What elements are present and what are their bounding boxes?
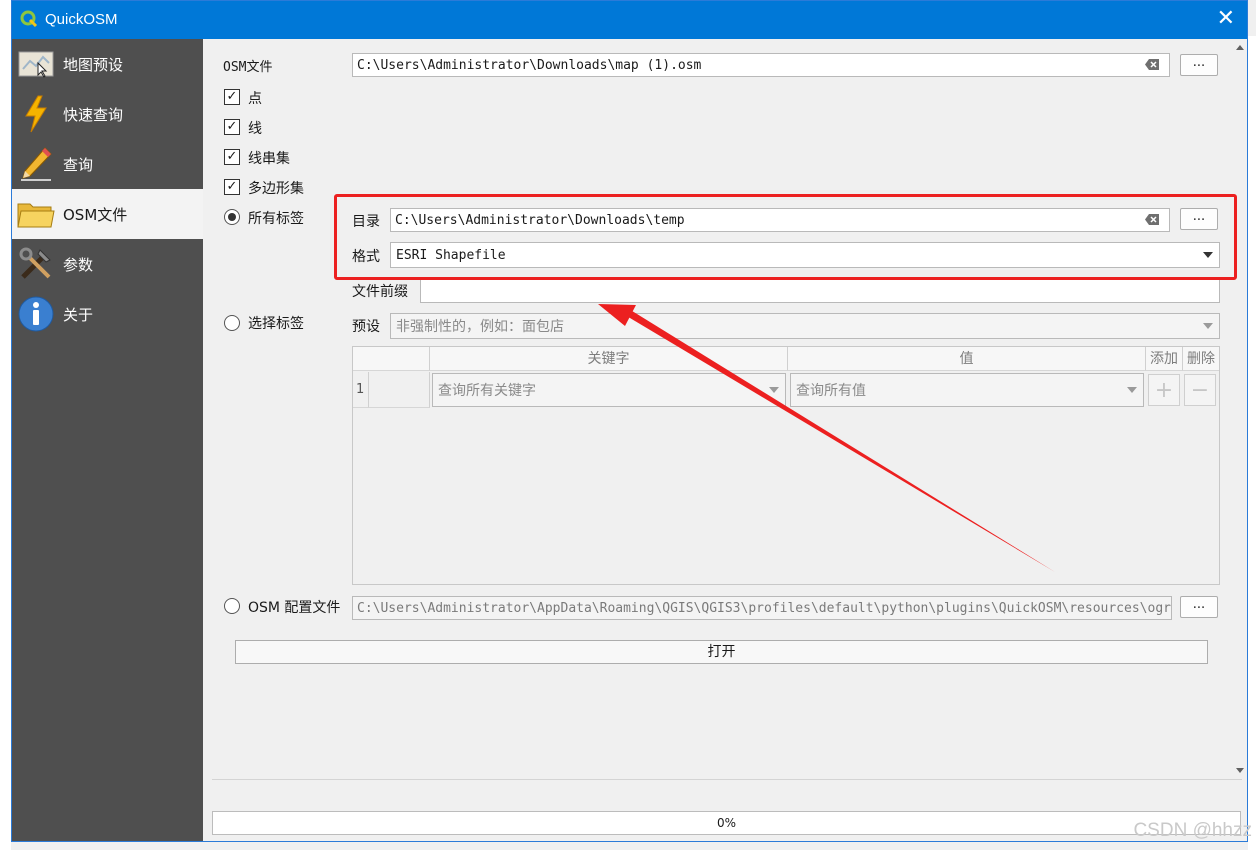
- watermark: CSDN @hhzz: [1133, 820, 1252, 841]
- points-label: 点: [248, 91, 262, 107]
- sidebar-item-label: 参数: [63, 255, 94, 274]
- preset-placeholder: 非强制性的，例如：面包店: [396, 319, 564, 335]
- table-header-key: 关键字: [430, 347, 788, 371]
- osm-file-path: C:\Users\Administrator\Downloads\map (1)…: [357, 57, 702, 73]
- value-placeholder: 查询所有值: [796, 383, 866, 399]
- format-select[interactable]: ESRI Shapefile: [390, 242, 1220, 268]
- osm-file-label: OSM文件: [223, 60, 273, 75]
- select-tags-label: 选择标签: [248, 316, 304, 332]
- minus-icon: −: [1190, 377, 1210, 403]
- vertical-scrollbar[interactable]: [1233, 41, 1247, 779]
- preset-label: 预设: [352, 319, 380, 335]
- title-bar: QuickOSM ✕: [12, 1, 1247, 39]
- directory-browse-button[interactable]: ...: [1180, 208, 1218, 230]
- divider: [212, 779, 1242, 780]
- osm-config-label: OSM 配置文件: [248, 600, 341, 616]
- table-header-delete: 删除: [1183, 347, 1219, 371]
- directory-label: 目录: [352, 214, 380, 230]
- osm-config-path: C:\Users\Administrator\AppData\Roaming\Q…: [357, 600, 1172, 616]
- all-tags-label: 所有标签: [248, 211, 304, 227]
- chevron-down-icon: [1203, 252, 1213, 258]
- multilinestrings-checkbox[interactable]: ✓: [224, 149, 240, 165]
- chevron-down-icon: [1127, 387, 1137, 393]
- progress-bar: 0%: [212, 811, 1241, 835]
- scroll-up-icon[interactable]: [1236, 45, 1244, 50]
- chevron-down-icon: [1203, 323, 1213, 329]
- file-prefix-input[interactable]: [420, 279, 1220, 303]
- lines-checkbox[interactable]: ✓: [224, 119, 240, 135]
- map-preset-icon: [17, 46, 55, 82]
- format-label: 格式: [352, 249, 380, 265]
- directory-path: C:\Users\Administrator\Downloads\temp: [395, 212, 685, 228]
- key-placeholder: 查询所有关键字: [438, 383, 536, 399]
- plus-icon: +: [1154, 377, 1174, 403]
- multipolygons-checkbox[interactable]: ✓: [224, 179, 240, 195]
- value-select[interactable]: 查询所有值: [790, 373, 1144, 407]
- preset-select[interactable]: 非强制性的，例如：面包店: [390, 313, 1220, 339]
- qgis-logo-icon: [20, 10, 38, 28]
- pencil-icon: [17, 146, 55, 182]
- add-tag-button[interactable]: +: [1148, 374, 1180, 406]
- sidebar-item-osm-file[interactable]: OSM文件: [12, 189, 203, 239]
- file-prefix-label: 文件前缀: [352, 284, 408, 300]
- table-row-spacer: [369, 372, 430, 408]
- sidebar-item-map-preset[interactable]: 地图预设: [12, 39, 203, 89]
- clear-icon[interactable]: [1145, 59, 1159, 70]
- table-header-value: 值: [788, 347, 1146, 371]
- progress-label: 0%: [716, 816, 737, 830]
- background-app-strip-left: [0, 0, 11, 850]
- multipolygons-label: 多边形集: [248, 181, 304, 197]
- sidebar-item-about[interactable]: 关于: [12, 289, 203, 339]
- multilinestrings-label: 线串集: [248, 151, 290, 167]
- folder-icon: [17, 196, 55, 232]
- sidebar-item-quick-query[interactable]: 快速查询: [12, 89, 203, 139]
- points-checkbox[interactable]: ✓: [224, 89, 240, 105]
- window-title: QuickOSM: [45, 11, 118, 28]
- close-icon[interactable]: ✕: [1217, 7, 1235, 31]
- directory-input[interactable]: C:\Users\Administrator\Downloads\temp: [390, 208, 1170, 232]
- table-row-index: 1: [353, 372, 369, 408]
- table-header-add: 添加: [1146, 347, 1183, 371]
- lines-label: 线: [248, 121, 262, 137]
- info-icon: [17, 296, 55, 332]
- sidebar-item-query[interactable]: 查询: [12, 139, 203, 189]
- scroll-down-icon[interactable]: [1236, 768, 1244, 773]
- all-tags-radio[interactable]: [224, 209, 240, 225]
- table-header-index: [353, 347, 430, 371]
- osm-file-input[interactable]: C:\Users\Administrator\Downloads\map (1)…: [352, 53, 1170, 77]
- open-button[interactable]: 打开: [235, 640, 1208, 664]
- osm-file-panel: OSM文件 C:\Users\Administrator\Downloads\m…: [203, 39, 1249, 841]
- sidebar-item-parameters[interactable]: 参数: [12, 239, 203, 289]
- sidebar-item-label: 关于: [63, 305, 94, 324]
- key-select[interactable]: 查询所有关键字: [432, 373, 786, 407]
- tags-table: 关键字 值 添加 删除 1 查询所有关键字 查询所有值 + −: [352, 346, 1220, 585]
- osm-config-input[interactable]: C:\Users\Administrator\AppData\Roaming\Q…: [352, 596, 1172, 620]
- sidebar-item-label: OSM文件: [63, 205, 128, 224]
- sidebar: 地图预设 快速查询 查询 OSM文件 参数 关于: [12, 39, 203, 841]
- delete-tag-button[interactable]: −: [1184, 374, 1216, 406]
- sidebar-item-label: 地图预设: [63, 55, 124, 74]
- quickosm-dialog: QuickOSM ✕ 地图预设 快速查询 查询 OSM文件 参数 关于 OSM文…: [11, 0, 1248, 842]
- select-tags-radio[interactable]: [224, 315, 240, 331]
- tools-icon: [17, 246, 55, 282]
- osm-config-radio[interactable]: [224, 598, 240, 614]
- clear-icon[interactable]: [1145, 214, 1159, 225]
- background-app-strip-right: [1248, 36, 1256, 850]
- sidebar-item-label: 快速查询: [63, 105, 124, 124]
- osm-config-browse-button[interactable]: ...: [1180, 596, 1218, 618]
- chevron-down-icon: [769, 387, 779, 393]
- osm-file-browse-button[interactable]: ...: [1180, 54, 1218, 76]
- sidebar-item-label: 查询: [63, 155, 94, 174]
- lightning-icon: [17, 95, 55, 133]
- format-value: ESRI Shapefile: [396, 247, 506, 263]
